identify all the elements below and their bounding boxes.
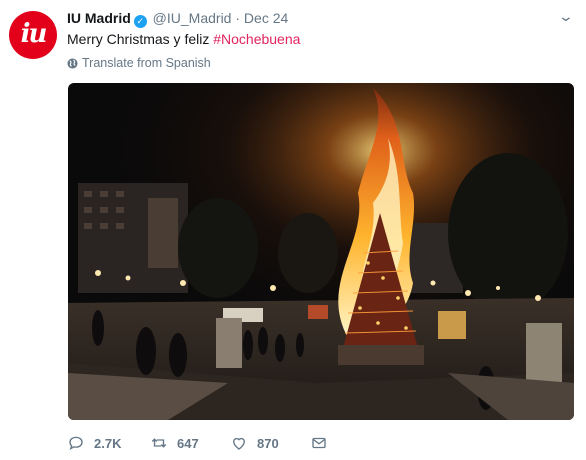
reply-icon <box>69 436 83 451</box>
retweet-count: 647 <box>177 435 199 451</box>
tweet-text: Merry Christmas y feliz #Nochebuena <box>67 31 300 47</box>
message-action[interactable] <box>310 434 328 452</box>
display-name[interactable]: IU Madrid <box>67 10 131 26</box>
tweet-photo[interactable] <box>68 83 574 420</box>
translate-link[interactable]: Translate from Spanish <box>67 56 211 70</box>
iu-logo: iu <box>20 18 48 49</box>
verified-icon: ✓ <box>133 15 147 28</box>
retweet-action[interactable]: 647 <box>150 434 230 452</box>
globe-icon <box>67 57 78 69</box>
tweet-actions: 2.7K 647 870 <box>67 434 328 452</box>
chevron-down-icon[interactable]: ⌄ <box>558 8 574 25</box>
message-icon <box>312 437 326 449</box>
avatar[interactable]: iu <box>9 11 57 59</box>
like-icon <box>233 437 245 450</box>
separator-dot: · <box>235 10 241 26</box>
reply-action[interactable]: 2.7K <box>67 434 150 452</box>
reply-count: 2.7K <box>94 435 122 451</box>
translate-label: Translate from Spanish <box>82 56 211 70</box>
tweet-date[interactable]: Dec 24 <box>244 10 288 26</box>
user-handle[interactable]: @IU_Madrid <box>153 10 232 26</box>
tweet-header: IU Madrid ✓ @IU_Madrid · Dec 24 <box>67 10 288 28</box>
like-action[interactable]: 870 <box>230 434 310 452</box>
retweet-icon <box>151 438 167 448</box>
hashtag-link[interactable]: #Nochebuena <box>213 31 300 47</box>
burning-christmas-tree-photo <box>68 83 574 420</box>
tweet-text-body: Merry Christmas y feliz <box>67 31 214 47</box>
tweet: iu IU Madrid ✓ @IU_Madrid · Dec 24 ⌄ Merr… <box>0 0 586 460</box>
like-count: 870 <box>257 435 279 451</box>
